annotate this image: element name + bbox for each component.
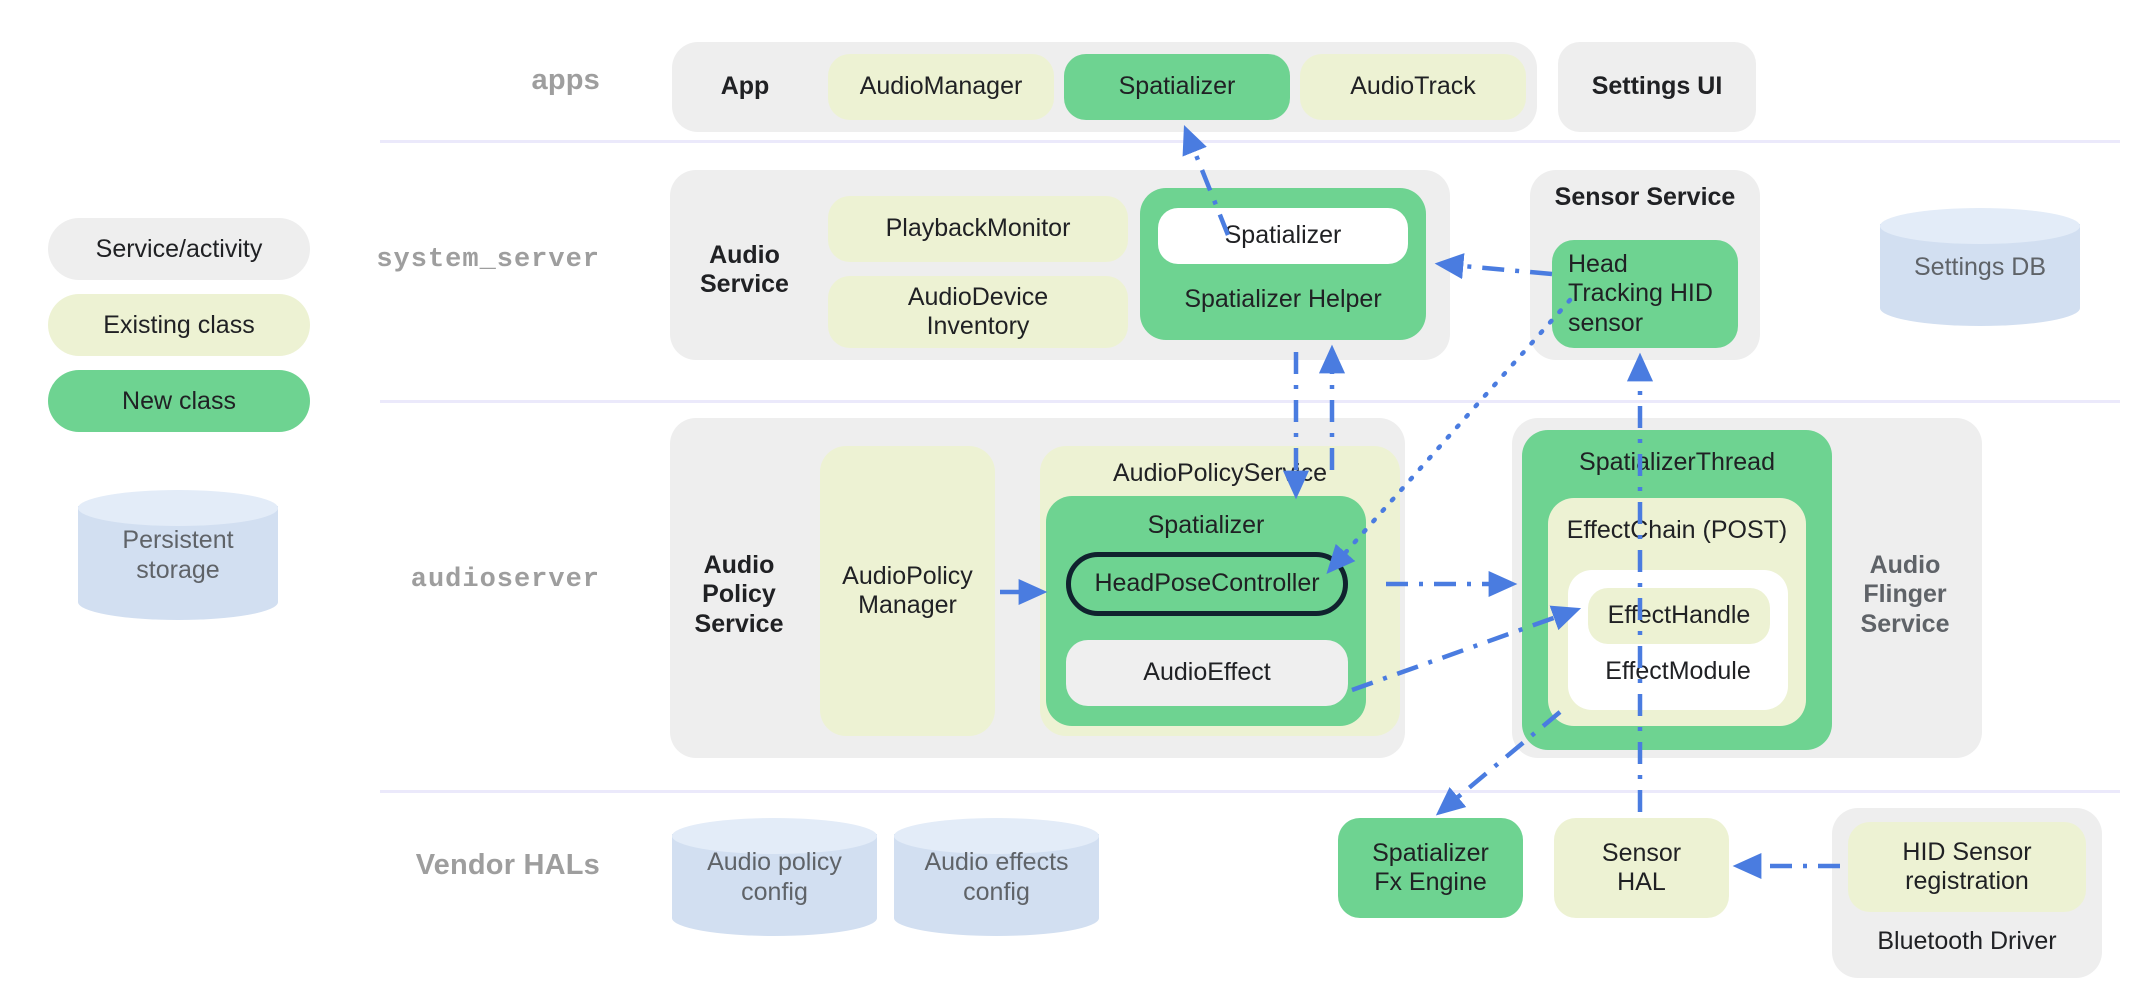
audio-flinger-service-title: Audio Flinger Service (1845, 540, 1965, 650)
storage-line-1: Persistent (122, 526, 234, 554)
head-tracking-line3: sensor (1568, 308, 1644, 337)
storage-line-2: storage (136, 556, 220, 584)
head-tracking-line2: Tracking HID (1568, 279, 1713, 308)
bluetooth-driver-label: Bluetooth Driver (1877, 927, 2057, 956)
aps-title-line2: Policy (702, 580, 776, 609)
audio-policy-config-label: Audio policy config (672, 818, 877, 936)
row-label-system-server: system_server (376, 245, 600, 275)
afs-title-line2: Flinger (1863, 580, 1947, 609)
apps-app-label: App (720, 72, 770, 101)
audio-service-title-line2: Service (700, 270, 789, 298)
hid-line2: registration (1905, 867, 2029, 895)
sensor-service-title: Sensor Service (1554, 183, 1736, 212)
node-spatializer-fx-engine[interactable]: Spatializer Fx Engine (1338, 818, 1523, 918)
apps-node-spatializer[interactable]: Spatializer (1064, 54, 1290, 120)
audio-service-title-line1: Audio (709, 240, 780, 269)
legend-new-class: New class (48, 370, 310, 432)
node-audiodevice-inventory[interactable]: AudioDevice Inventory (828, 276, 1128, 348)
afs-title-line1: Audio (1869, 550, 1941, 579)
audiopolicyservice-inner-title: AudioPolicyService (1113, 459, 1327, 488)
divider-audioserver-vendorhals (380, 790, 2120, 793)
divider-systemserver-audioserver (380, 400, 2120, 403)
apc-line1: Audio policy (707, 848, 842, 876)
audio-policy-config-db: Audio policy config (672, 818, 877, 936)
audioserver-spatializer-title: Spatializer (1147, 511, 1265, 540)
settings-db-label: Settings DB (1913, 253, 2046, 281)
node-hid-sensor-registration[interactable]: HID Sensor registration (1848, 822, 2086, 912)
aps-title-line1: Audio (703, 550, 775, 579)
shal-line2: HAL (1617, 868, 1666, 896)
legend-persistent-storage: Persistent storage (78, 490, 278, 620)
node-audioeffect[interactable]: AudioEffect (1066, 640, 1348, 706)
apps-settings-ui[interactable]: Settings UI (1558, 42, 1756, 132)
system-spatializer-inner[interactable]: Spatializer (1158, 208, 1408, 264)
node-audiopolicy-manager[interactable]: AudioPolicy Manager (820, 446, 995, 736)
apps-node-audiomanager[interactable]: AudioManager (828, 54, 1054, 120)
divider-apps-systemserver (380, 140, 2120, 143)
node-headposecontroller[interactable]: HeadPoseController (1066, 552, 1348, 616)
hid-line1: HID Sensor (1902, 837, 2032, 866)
effect-chain-title: EffectChain (POST) (1566, 516, 1788, 545)
afs-title-line3: Service (1860, 609, 1950, 638)
node-effecthandle[interactable]: EffectHandle (1588, 588, 1770, 644)
audio-effects-config-db: Audio effects config (894, 818, 1099, 936)
apc-line2: config (741, 878, 808, 906)
apm-line1: AudioPolicy (842, 561, 973, 590)
legend-existing-class: Existing class (48, 294, 310, 356)
node-head-tracking-hid-sensor[interactable]: Head Tracking HID sensor (1552, 240, 1738, 348)
sfx-line2: Fx Engine (1374, 868, 1487, 896)
effect-module-label: EffectModule (1605, 657, 1751, 686)
legend-service-activity: Service/activity (48, 218, 310, 280)
audio-policy-service-title: Audio Policy Service (684, 540, 794, 650)
audio-effects-config-label: Audio effects config (894, 818, 1099, 936)
audiodevice-inventory-line1: AudioDevice (907, 282, 1049, 311)
aec-line1: Audio effects (924, 848, 1069, 876)
node-playbackmonitor[interactable]: PlaybackMonitor (828, 196, 1128, 262)
row-label-vendor-hals: Vendor HALs (415, 848, 600, 881)
apps-node-audiotrack[interactable]: AudioTrack (1300, 54, 1526, 120)
legend-persistent-storage-label: Persistent storage (78, 490, 278, 620)
system-spatializer-helper-label: Spatializer Helper (1184, 285, 1382, 314)
node-sensor-hal[interactable]: Sensor HAL (1554, 818, 1729, 918)
head-tracking-line1: Head (1568, 249, 1628, 278)
row-label-audioserver: audioserver (410, 565, 600, 595)
aec-line2: config (963, 878, 1030, 906)
aps-title-line3: Service (694, 609, 784, 638)
sfx-line1: Spatializer (1372, 838, 1489, 867)
settings-db: Settings DB (1880, 208, 2080, 326)
architecture-diagram: apps system_server audioserver Vendor HA… (0, 0, 2154, 998)
spatializer-thread-title: SpatializerThread (1579, 448, 1775, 477)
apm-line2: Manager (858, 591, 957, 619)
row-label-apps: apps (531, 63, 600, 96)
audiodevice-inventory-line2: Inventory (926, 312, 1030, 340)
shal-line1: Sensor (1601, 838, 1682, 867)
